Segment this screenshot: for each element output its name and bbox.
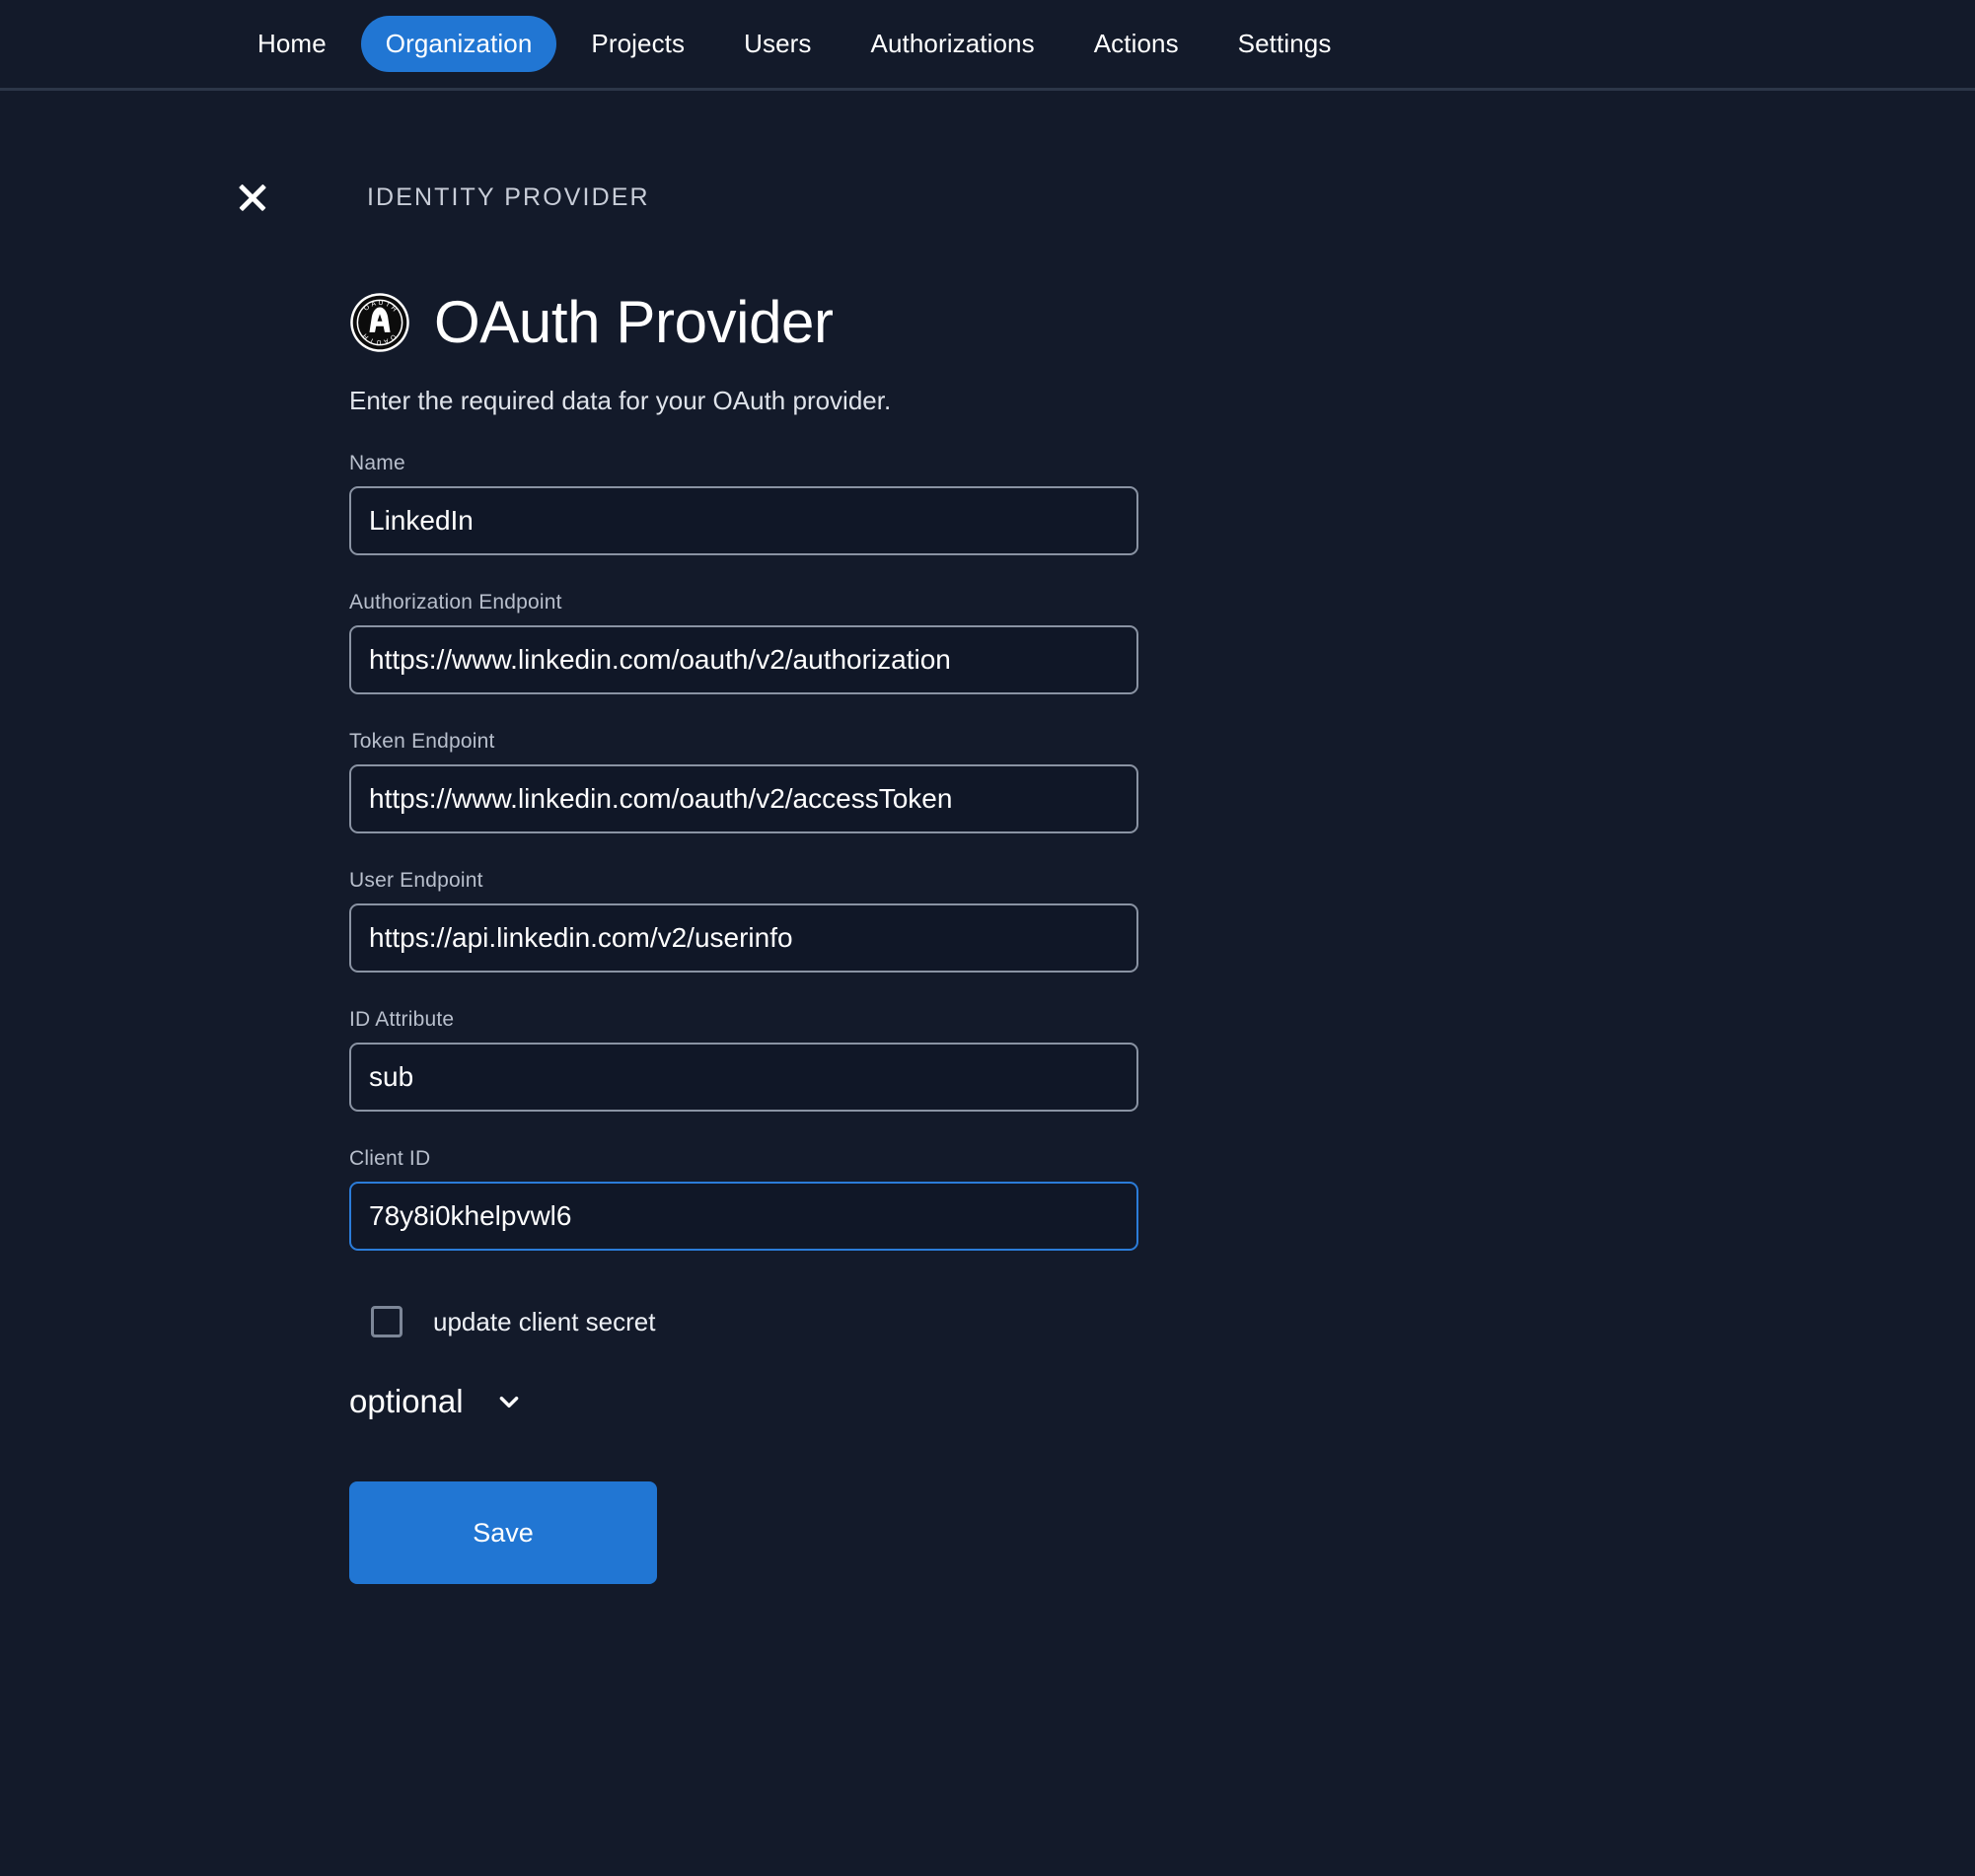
optional-section-label: optional bbox=[349, 1383, 464, 1420]
field-label-id-attribute: ID Attribute bbox=[349, 1008, 1975, 1032]
panel-eyebrow-label: IDENTITY PROVIDER bbox=[367, 183, 650, 212]
page-title: OAuth Provider bbox=[434, 288, 834, 356]
field-label-client-id: Client ID bbox=[349, 1147, 1975, 1171]
token-endpoint-input[interactable] bbox=[349, 764, 1138, 833]
page-subtitle: Enter the required data for your OAuth p… bbox=[349, 386, 1975, 416]
close-icon[interactable] bbox=[233, 178, 272, 217]
nav-item-actions[interactable]: Actions bbox=[1069, 16, 1204, 72]
field-name: Name bbox=[349, 452, 1975, 555]
identity-provider-form-panel: OAUTH OAUTH OAuth Provider Enter the req… bbox=[0, 217, 1975, 1584]
nav-item-home[interactable]: Home bbox=[233, 16, 351, 72]
field-token-endpoint: Token Endpoint bbox=[349, 730, 1975, 833]
user-endpoint-input[interactable] bbox=[349, 903, 1138, 973]
chevron-down-icon bbox=[496, 1389, 522, 1414]
save-button[interactable]: Save bbox=[349, 1481, 657, 1584]
name-input[interactable] bbox=[349, 486, 1138, 555]
page-title-row: OAUTH OAUTH OAuth Provider bbox=[349, 288, 1975, 356]
authorization-endpoint-input[interactable] bbox=[349, 625, 1138, 694]
field-label-name: Name bbox=[349, 452, 1975, 475]
field-label-authorization-endpoint: Authorization Endpoint bbox=[349, 591, 1975, 614]
field-client-id: Client ID bbox=[349, 1147, 1975, 1251]
client-id-input[interactable] bbox=[349, 1182, 1138, 1251]
field-id-attribute: ID Attribute bbox=[349, 1008, 1975, 1112]
field-authorization-endpoint: Authorization Endpoint bbox=[349, 591, 1975, 694]
nav-item-authorizations[interactable]: Authorizations bbox=[846, 16, 1060, 72]
main-navigation: Home Organization Projects Users Authori… bbox=[0, 0, 1975, 91]
id-attribute-input[interactable] bbox=[349, 1043, 1138, 1112]
nav-item-settings[interactable]: Settings bbox=[1213, 16, 1356, 72]
oauth-logo-icon: OAUTH OAUTH bbox=[349, 292, 410, 353]
field-label-token-endpoint: Token Endpoint bbox=[349, 730, 1975, 754]
field-user-endpoint: User Endpoint bbox=[349, 869, 1975, 973]
update-client-secret-checkbox[interactable] bbox=[371, 1306, 402, 1337]
update-client-secret-row[interactable]: update client secret bbox=[349, 1306, 1975, 1337]
nav-item-organization[interactable]: Organization bbox=[361, 16, 557, 72]
optional-section-toggle[interactable]: optional bbox=[349, 1383, 566, 1420]
nav-item-projects[interactable]: Projects bbox=[566, 16, 709, 72]
nav-item-users[interactable]: Users bbox=[719, 16, 836, 72]
update-client-secret-label: update client secret bbox=[433, 1307, 655, 1337]
panel-header: IDENTITY PROVIDER bbox=[0, 91, 1975, 217]
field-label-user-endpoint: User Endpoint bbox=[349, 869, 1975, 893]
